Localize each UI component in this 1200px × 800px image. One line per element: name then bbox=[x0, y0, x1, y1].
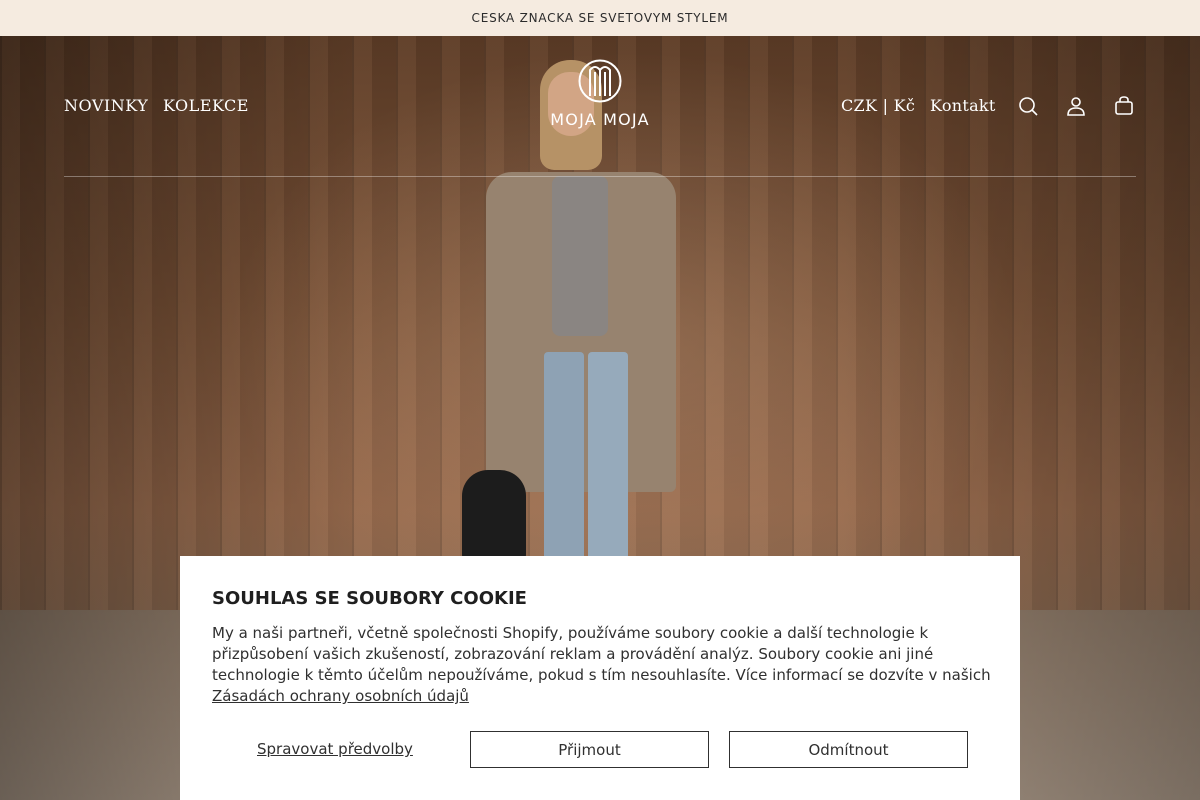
cookie-description: My a naši partneři, včetně společnosti S… bbox=[212, 623, 992, 707]
currency-selector[interactable]: CZK | Kč bbox=[841, 96, 915, 115]
cookie-consent-dialog: SOUHLAS SE SOUBORY COOKIE My a naši part… bbox=[180, 556, 1020, 800]
cart-icon[interactable] bbox=[1112, 94, 1136, 118]
search-icon[interactable] bbox=[1016, 94, 1040, 118]
announcement-text: CESKA ZNACKA SE SVETOVYM STYLEM bbox=[471, 11, 729, 25]
nav-link-novinky[interactable]: NOVINKY bbox=[64, 96, 148, 115]
header-divider bbox=[64, 176, 1136, 177]
cookie-body-text: My a naši partneři, včetně společnosti S… bbox=[212, 624, 991, 684]
brand-logo-mark bbox=[578, 59, 622, 103]
announcement-bar: CESKA ZNACKA SE SVETOVYM STYLEM bbox=[0, 0, 1200, 36]
brand-logo[interactable]: MOJA MOJA bbox=[536, 58, 664, 132]
nav-link-kolekce[interactable]: KOLEKCE bbox=[163, 96, 249, 115]
privacy-policy-link[interactable]: Zásadách ochrany osobních údajů bbox=[212, 687, 469, 705]
manage-preferences-link[interactable]: Spravovat předvolby bbox=[257, 740, 413, 758]
brand-logo-text: MOJA MOJA bbox=[550, 110, 650, 129]
model-shirt bbox=[552, 176, 608, 336]
cookie-title: SOUHLAS SE SOUBORY COOKIE bbox=[212, 588, 527, 609]
nav-link-kontakt[interactable]: Kontakt bbox=[930, 96, 996, 115]
accept-cookies-button[interactable]: Přijmout bbox=[470, 731, 709, 768]
account-icon[interactable] bbox=[1064, 94, 1088, 118]
decline-cookies-button[interactable]: Odmítnout bbox=[729, 731, 968, 768]
